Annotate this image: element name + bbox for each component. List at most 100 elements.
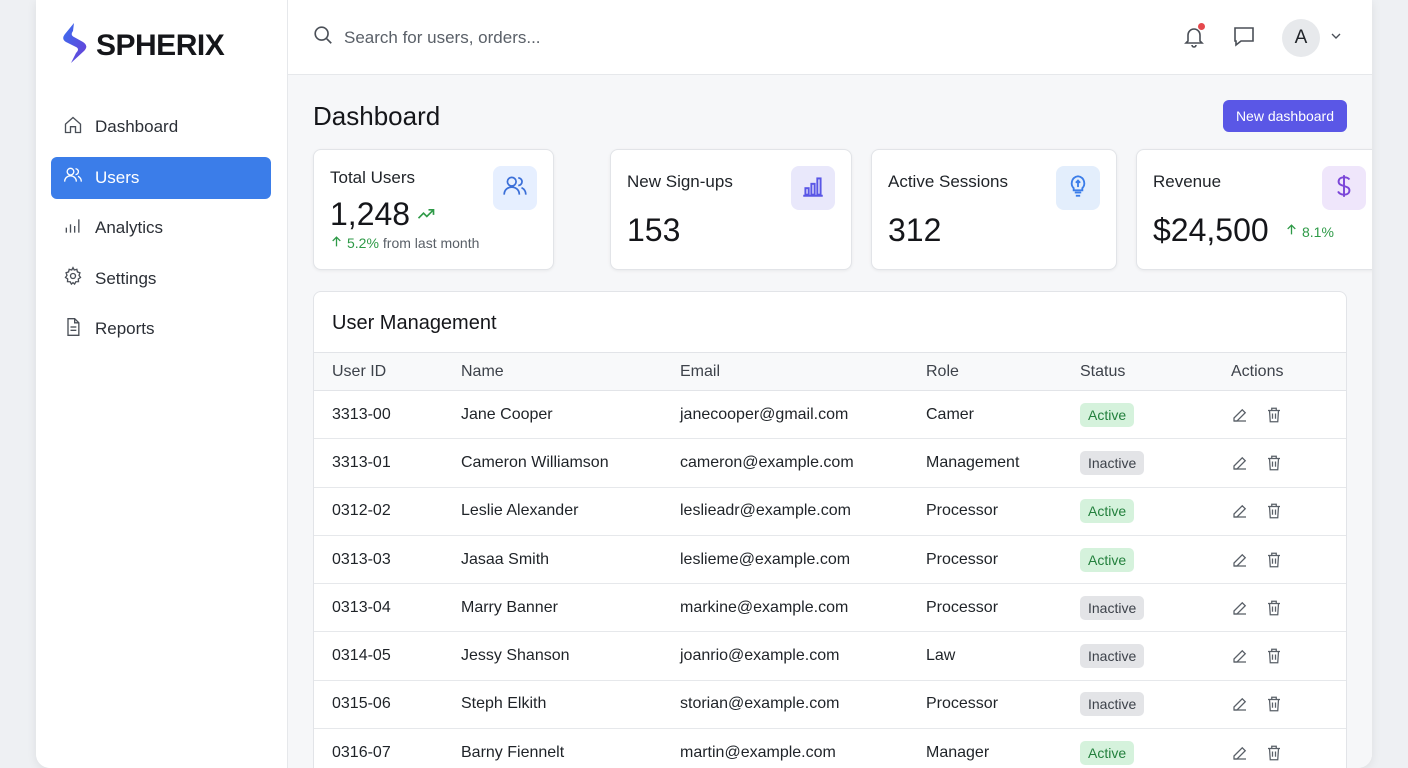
- arrow-up-icon: [1285, 223, 1298, 241]
- edit-icon[interactable]: [1231, 454, 1249, 472]
- cell-role: Management: [926, 453, 1020, 471]
- table-body: 3313-00 Jane Cooper janecooper@gmail.com Ca…: [314, 391, 1346, 768]
- status-badge: Active: [1080, 547, 1135, 572]
- trend-up-icon: [416, 204, 436, 229]
- trash-icon[interactable]: [1265, 695, 1283, 713]
- column-header-role[interactable]: Role: [926, 353, 1080, 391]
- table-row[interactable]: 0316-07 Barny Fiennelt martin@example.com M…: [314, 729, 1346, 768]
- trash-icon[interactable]: [1265, 454, 1283, 472]
- cell-email: leslieadr@example.com: [680, 502, 851, 520]
- cell-user-id: 0314-05: [332, 647, 391, 665]
- stat-icon-badge: [1056, 166, 1100, 210]
- stat-label: Active Sessions: [888, 172, 1008, 191]
- stat-card-new-signups: New Sign-ups 153: [610, 149, 852, 270]
- brand-name: SPHERIX: [96, 28, 225, 62]
- trash-icon[interactable]: [1265, 551, 1283, 569]
- cell-email: joanrio@example.com: [680, 647, 840, 665]
- stat-icon-badge: [1322, 166, 1366, 210]
- chat-icon: [1232, 24, 1256, 53]
- cell-name: Jasaa Smith: [461, 550, 550, 568]
- table-row[interactable]: 0313-03 Jasaa Smith leslieme@example.com Pr…: [314, 535, 1346, 584]
- cell-name: Barny Fiennelt: [461, 743, 565, 761]
- table-row[interactable]: 0315-06 Steph Elkith storian@example.com Pr…: [314, 680, 1346, 729]
- stat-value: 312: [888, 212, 942, 248]
- stat-card-total-users: Total Users 1,248 5.2% from last month: [313, 149, 554, 270]
- edit-icon[interactable]: [1231, 551, 1249, 569]
- spherix-logo-icon: [60, 22, 90, 69]
- column-header-name[interactable]: Name: [461, 353, 680, 391]
- edit-icon[interactable]: [1231, 695, 1249, 713]
- home-icon: [63, 115, 83, 140]
- cell-name: Marry Banner: [461, 598, 558, 616]
- cell-actions: [1231, 391, 1346, 439]
- status-badge: Inactive: [1080, 644, 1145, 669]
- status-badge: Inactive: [1080, 692, 1145, 717]
- cell-status: Inactive: [1080, 584, 1231, 632]
- cell-email: leslieme@example.com: [680, 550, 851, 568]
- avatar[interactable]: A: [1282, 19, 1320, 57]
- cell-actions: [1231, 535, 1346, 583]
- chevron-down-icon[interactable]: [1328, 28, 1344, 49]
- table-row[interactable]: 0314-05 Jessy Shanson joanrio@example.com L…: [314, 632, 1346, 681]
- cell-role: Law: [926, 647, 956, 665]
- table-header-row: User ID Name Email Role Status Actions: [314, 352, 1346, 391]
- stat-change-text: from last month: [382, 235, 480, 251]
- stat-value: 153: [627, 212, 681, 248]
- sidebar-item-dashboard[interactable]: Dashboard: [51, 106, 271, 148]
- cell-role: Processor: [926, 502, 999, 520]
- trash-icon[interactable]: [1265, 647, 1283, 665]
- stat-label: Total Users: [330, 168, 416, 187]
- search-input[interactable]: [344, 27, 844, 48]
- trash-icon[interactable]: [1265, 502, 1283, 520]
- table-row[interactable]: 3313-01 Cameron Williamson cameron@example…: [314, 439, 1346, 488]
- cell-user-id: 0316-07: [332, 743, 391, 761]
- trash-icon[interactable]: [1265, 599, 1283, 617]
- cell-name: Jane Cooper: [461, 405, 553, 423]
- column-header-user-id[interactable]: User ID: [314, 353, 461, 391]
- cell-role: Processor: [926, 598, 999, 616]
- cell-user-id: 3313-00: [332, 405, 391, 423]
- edit-icon[interactable]: [1231, 406, 1249, 424]
- edit-icon[interactable]: [1231, 744, 1249, 762]
- brand-logo[interactable]: SPHERIX: [60, 22, 225, 69]
- column-header-email[interactable]: Email: [680, 353, 926, 391]
- cell-role: Processor: [926, 550, 999, 568]
- cell-role: Manager: [926, 743, 990, 761]
- notifications-button[interactable]: [1174, 18, 1214, 58]
- sidebar-nav: Dashboard Users Analytics Settings Repor…: [51, 106, 271, 359]
- bar-chart-icon: [63, 216, 83, 241]
- sidebar-item-users[interactable]: Users: [51, 156, 271, 199]
- stat-card-active-sessions: Active Sessions 312: [871, 149, 1117, 270]
- page-title: Dashboard: [313, 101, 441, 131]
- sidebar-item-reports[interactable]: Reports: [51, 308, 271, 350]
- notification-dot: [1198, 23, 1205, 30]
- sidebar: SPHERIX Dashboard Users Analytics Settin…: [36, 0, 288, 768]
- edit-icon[interactable]: [1231, 502, 1249, 520]
- cell-actions: [1231, 487, 1346, 535]
- topbar: A: [288, 0, 1372, 75]
- status-badge: Active: [1080, 402, 1135, 427]
- edit-icon[interactable]: [1231, 599, 1249, 617]
- users-icon: [502, 173, 528, 204]
- cell-actions: [1231, 584, 1346, 632]
- cell-user-id: 0313-04: [332, 598, 391, 616]
- edit-icon[interactable]: [1231, 647, 1249, 665]
- table-row[interactable]: 0312-02 Leslie Alexander leslieadr@example…: [314, 487, 1346, 536]
- status-badge: Inactive: [1080, 450, 1145, 475]
- column-header-status[interactable]: Status: [1080, 353, 1231, 391]
- sidebar-item-label: Settings: [95, 268, 157, 288]
- cell-actions: [1231, 439, 1346, 487]
- trash-icon[interactable]: [1265, 744, 1283, 762]
- document-icon: [63, 317, 83, 342]
- messages-button[interactable]: [1224, 18, 1264, 58]
- new-dashboard-button[interactable]: New dashboard: [1222, 100, 1347, 132]
- trash-icon[interactable]: [1265, 406, 1283, 424]
- app-window: SPHERIX Dashboard Users Analytics Settin…: [36, 0, 1372, 768]
- search-icon: [312, 24, 334, 51]
- sidebar-item-label: Dashboard: [95, 117, 179, 136]
- stat-icon-badge: [791, 166, 835, 210]
- sidebar-item-analytics[interactable]: Analytics: [51, 207, 271, 249]
- sidebar-item-settings[interactable]: Settings: [51, 258, 271, 300]
- table-row[interactable]: 3313-00 Jane Cooper janecooper@gmail.com Ca…: [314, 391, 1346, 439]
- table-row[interactable]: 0313-04 Marry Banner markine@example.com Pr…: [314, 584, 1346, 632]
